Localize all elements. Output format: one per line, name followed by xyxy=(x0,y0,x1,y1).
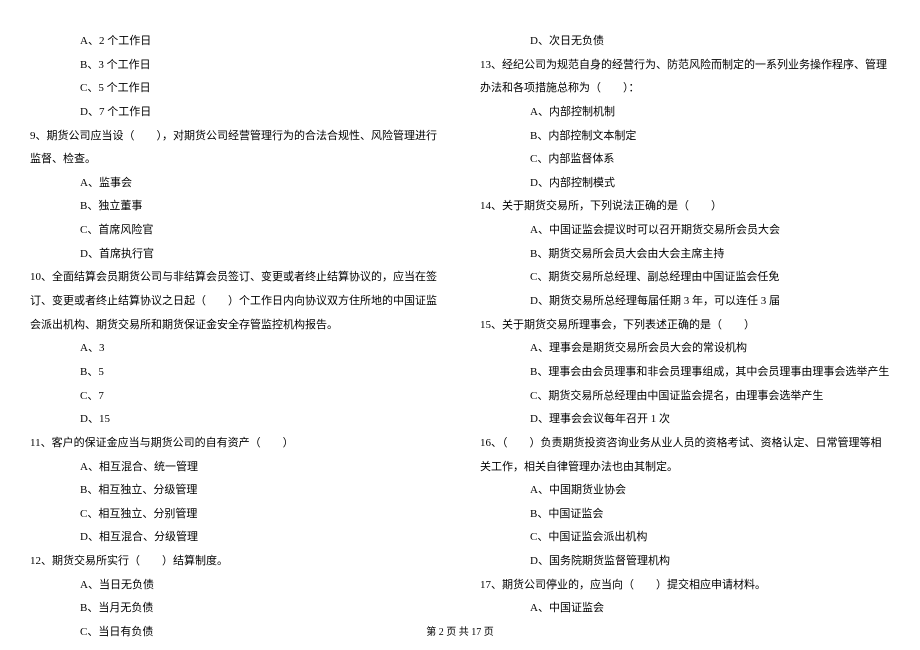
page-content: A、2 个工作日 B、3 个工作日 C、5 个工作日 D、7 个工作日 9、期货… xyxy=(0,0,920,610)
page-footer: 第 2 页 共 17 页 xyxy=(0,623,920,638)
q14-stem: 14、关于期货交易所，下列说法正确的是（ ） xyxy=(480,195,890,219)
q16-option-c: C、中国证监会派出机构 xyxy=(480,526,890,550)
q9-stem: 9、期货公司应当设（ ），对期货公司经营管理行为的合法合规性、风险管理进行监督、… xyxy=(30,125,440,172)
q10-option-d: D、15 xyxy=(30,408,440,432)
q9-option-a: A、监事会 xyxy=(30,172,440,196)
q11-option-d: D、相互混合、分级管理 xyxy=(30,526,440,550)
q15-option-d: D、理事会会议每年召开 1 次 xyxy=(480,408,890,432)
left-column: A、2 个工作日 B、3 个工作日 C、5 个工作日 D、7 个工作日 9、期货… xyxy=(30,30,440,600)
q15-option-a: A、理事会是期货交易所会员大会的常设机构 xyxy=(480,337,890,361)
q12-stem: 12、期货交易所实行（ ）结算制度。 xyxy=(30,550,440,574)
right-column: D、次日无负债 13、经纪公司为规范自身的经营行为、防范风险而制定的一系列业务操… xyxy=(480,30,890,600)
q12-option-b: B、当月无负债 xyxy=(30,597,440,621)
q15-stem: 15、关于期货交易所理事会，下列表述正确的是（ ） xyxy=(480,314,890,338)
q11-option-a: A、相互混合、统一管理 xyxy=(30,456,440,480)
q9-option-d: D、首席执行官 xyxy=(30,243,440,267)
q8-option-c: C、5 个工作日 xyxy=(30,77,440,101)
q16-stem: 16、（ ）负责期货投资咨询业务从业人员的资格考试、资格认定、日常管理等相关工作… xyxy=(480,432,890,479)
q14-option-b: B、期货交易所会员大会由大会主席主持 xyxy=(480,243,890,267)
q13-stem: 13、经纪公司为规范自身的经营行为、防范风险而制定的一系列业务操作程序、管理办法… xyxy=(480,54,890,101)
q16-option-d: D、国务院期货监督管理机构 xyxy=(480,550,890,574)
q14-option-d: D、期货交易所总经理每届任期 3 年，可以连任 3 届 xyxy=(480,290,890,314)
q12-option-a: A、当日无负债 xyxy=(30,574,440,598)
q15-option-c: C、期货交易所总经理由中国证监会提名，由理事会选举产生 xyxy=(480,385,890,409)
q11-stem: 11、客户的保证金应当与期货公司的自有资产（ ） xyxy=(30,432,440,456)
q9-option-b: B、独立董事 xyxy=(30,195,440,219)
q12-option-d: D、次日无负债 xyxy=(480,30,890,54)
q17-option-a: A、中国证监会 xyxy=(480,597,890,621)
q16-option-b: B、中国证监会 xyxy=(480,503,890,527)
q13-option-d: D、内部控制模式 xyxy=(480,172,890,196)
q13-option-c: C、内部监督体系 xyxy=(480,148,890,172)
q10-option-c: C、7 xyxy=(30,385,440,409)
q8-option-d: D、7 个工作日 xyxy=(30,101,440,125)
q14-option-c: C、期货交易所总经理、副总经理由中国证监会任免 xyxy=(480,266,890,290)
q8-option-b: B、3 个工作日 xyxy=(30,54,440,78)
q10-option-a: A、3 xyxy=(30,337,440,361)
q17-stem: 17、期货公司停业的，应当向（ ）提交相应申请材料。 xyxy=(480,574,890,598)
q11-option-c: C、相互独立、分别管理 xyxy=(30,503,440,527)
q9-option-c: C、首席风险官 xyxy=(30,219,440,243)
q15-option-b: B、理事会由会员理事和非会员理事组成，其中会员理事由理事会选举产生 xyxy=(480,361,890,385)
q11-option-b: B、相互独立、分级管理 xyxy=(30,479,440,503)
q8-option-a: A、2 个工作日 xyxy=(30,30,440,54)
q10-stem: 10、全面结算会员期货公司与非结算会员签订、变更或者终止结算协议的，应当在签订、… xyxy=(30,266,440,337)
q10-option-b: B、5 xyxy=(30,361,440,385)
q14-option-a: A、中国证监会提议时可以召开期货交易所会员大会 xyxy=(480,219,890,243)
q13-option-a: A、内部控制机制 xyxy=(480,101,890,125)
q13-option-b: B、内部控制文本制定 xyxy=(480,125,890,149)
q16-option-a: A、中国期货业协会 xyxy=(480,479,890,503)
